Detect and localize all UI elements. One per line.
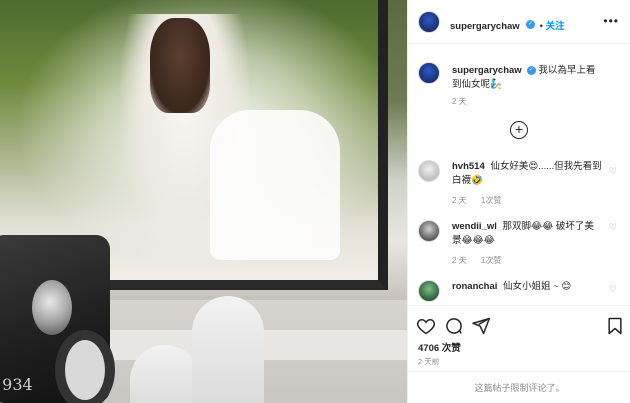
load-more-comments-icon[interactable]: + (510, 121, 528, 139)
follow-button[interactable]: 关注 (546, 21, 565, 32)
commenter-avatar[interactable] (418, 220, 440, 242)
photo-hair (150, 18, 210, 113)
photo-car-wheel (55, 330, 115, 403)
author-avatar[interactable] (418, 11, 440, 33)
post-side-panel: supergarychaw ✓ • 关注 ••• supergarychaw ✓ … (407, 0, 630, 403)
like-comment-heart-icon[interactable]: ♡ (609, 166, 617, 177)
save-bookmark-icon[interactable] (605, 316, 625, 336)
verified-icon: ✓ (526, 20, 536, 30)
comment-time[interactable]: 2 天 (452, 256, 467, 265)
caption-time[interactable]: 2 天 (452, 97, 467, 106)
caption-meta: 2 天 (452, 96, 479, 107)
comment-icon[interactable] (444, 316, 464, 336)
like-comment-heart-icon[interactable]: ♡ (609, 222, 617, 233)
photo-toy-car: 1934 (0, 235, 115, 403)
comment-likes[interactable]: 1次赞 (481, 196, 501, 205)
photo-chair (210, 110, 340, 260)
caption-text-line: supergarychaw ✓ 我以為早上看到仙女呢🧞 (452, 64, 602, 92)
comment-meta: 2 天 1次赞 (452, 195, 513, 206)
caption-avatar[interactable] (418, 62, 440, 84)
share-icon[interactable] (471, 316, 491, 336)
photo-sock-right (192, 296, 264, 403)
commenter-avatar[interactable] (418, 160, 440, 182)
more-options-icon[interactable]: ••• (603, 14, 619, 28)
post-header: supergarychaw ✓ • 关注 ••• (408, 0, 630, 44)
comment-username[interactable]: wendii_wl (452, 221, 497, 232)
comment-text-line: ronanchai 仙女小姐姐 ~ 😊 (452, 280, 602, 294)
post-actions: 4706 次赞 2 天前 这篇帖子限制评论了。 (408, 305, 630, 403)
verified-icon: ✓ (526, 65, 536, 75)
post-time[interactable]: 2 天前 (418, 356, 439, 367)
likes-count[interactable]: 4706 次赞 (418, 340, 461, 354)
like-heart-icon[interactable] (416, 316, 436, 336)
comments-closed-notice: 这篇帖子限制评论了。 (408, 371, 630, 403)
caption-username[interactable]: supergarychaw (452, 65, 522, 76)
comment-text-line: wendii_wl 那双脚😂😂 破坏了美景😂😂😂 (452, 220, 602, 248)
comment-text-line: hvh514 仙女好美😍......但我先看到白襪🤣 (452, 160, 602, 188)
author-username[interactable]: supergarychaw (450, 21, 520, 32)
author-line: supergarychaw ✓ • 关注 (450, 16, 565, 34)
comment-meta: 2 天 1次赞 (452, 255, 513, 266)
comment-username[interactable]: ronanchai (452, 281, 497, 292)
photo-car-plate: 1934 (0, 375, 33, 394)
comment-username[interactable]: hvh514 (452, 161, 485, 172)
like-comment-heart-icon[interactable]: ♡ (609, 284, 617, 295)
commenter-avatar[interactable] (418, 280, 440, 302)
post-photo[interactable]: 1934 (0, 0, 407, 403)
comment-time[interactable]: 2 天 (452, 196, 467, 205)
comment-likes[interactable]: 1次赞 (481, 256, 501, 265)
comment-text: 仙女小姐姐 ~ 😊 (503, 281, 572, 292)
photo-car-lamp (32, 280, 72, 335)
